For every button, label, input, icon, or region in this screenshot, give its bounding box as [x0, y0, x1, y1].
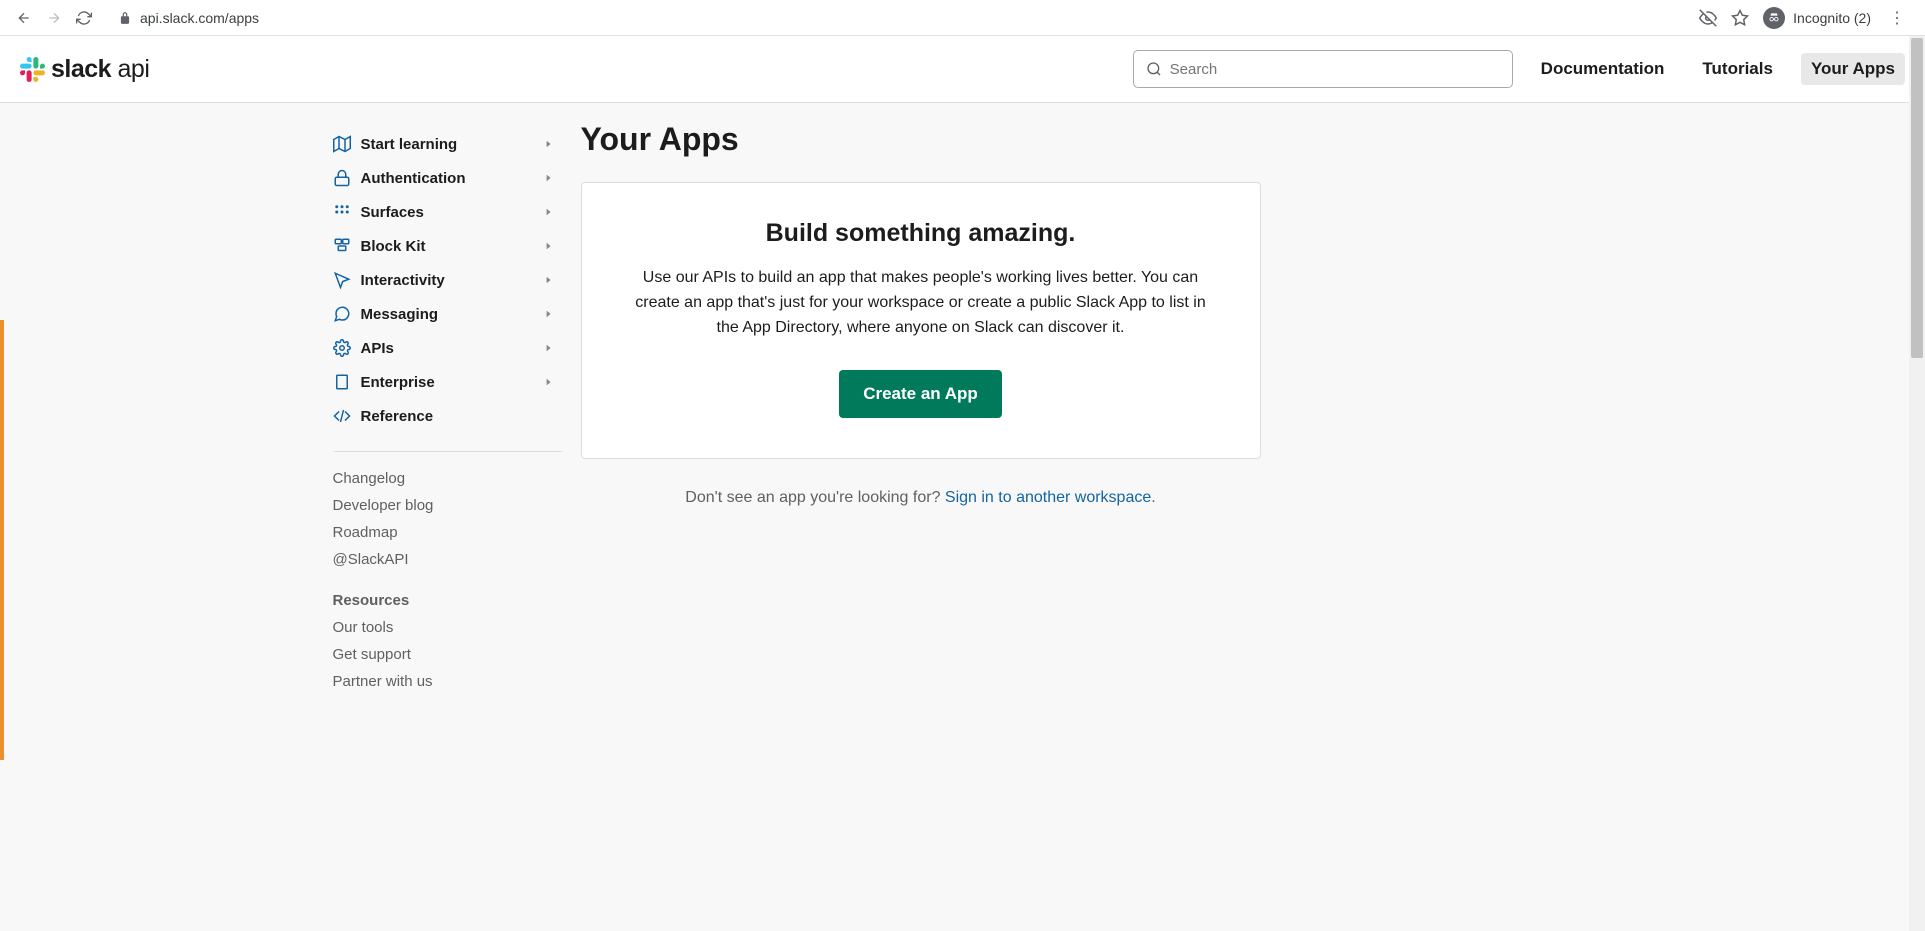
card-title: Build something amazing.: [632, 219, 1210, 248]
chevron-right-icon: [545, 242, 553, 250]
incognito-icon: [1763, 7, 1785, 29]
scrollbar-track[interactable]: [1909, 36, 1925, 931]
sidebar-link-partner[interactable]: Partner with us: [333, 673, 563, 690]
main-content: Your Apps Build something amazing. Use o…: [563, 103, 1593, 714]
gear-icon: [333, 339, 351, 357]
address-bar[interactable]: api.slack.com/apps: [108, 10, 1683, 26]
orange-sliver: [0, 320, 4, 760]
chevron-right-icon: [545, 140, 553, 148]
header-right: Documentation Tutorials Your Apps: [1133, 50, 1905, 88]
sidebar-item-label: Authentication: [361, 170, 466, 187]
chevron-right-icon: [545, 208, 553, 216]
incognito-label: Incognito (2): [1793, 10, 1871, 26]
code-icon: [333, 407, 351, 425]
main-header: slack api Documentation Tutorials Your A…: [0, 36, 1925, 103]
sidebar-item-label: APIs: [361, 340, 394, 357]
sidebar-item-label: Surfaces: [361, 204, 424, 221]
nav-tutorials[interactable]: Tutorials: [1692, 53, 1783, 85]
sidebar: Start learning Authentication Surfaces B…: [333, 103, 563, 714]
sidebar-item-apis[interactable]: APIs: [333, 331, 553, 365]
browser-nav-controls: [8, 10, 100, 26]
logo-text: slack api: [51, 55, 149, 84]
browser-chrome: api.slack.com/apps Incognito (2) ⋮: [0, 0, 1925, 36]
sidebar-item-enterprise[interactable]: Enterprise: [333, 365, 553, 399]
sidebar-link-roadmap[interactable]: Roadmap: [333, 524, 563, 541]
back-button[interactable]: [16, 10, 32, 26]
search-icon: [1146, 61, 1162, 77]
slack-api-logo[interactable]: slack api: [20, 55, 149, 84]
star-icon[interactable]: [1731, 9, 1749, 27]
chevron-right-icon: [545, 344, 553, 352]
create-app-button[interactable]: Create an App: [839, 370, 1002, 418]
search-input[interactable]: [1170, 61, 1500, 78]
browser-menu-button[interactable]: ⋮: [1885, 8, 1909, 28]
forward-button[interactable]: [46, 10, 62, 26]
sidebar-link-changelog[interactable]: Changelog: [333, 470, 563, 487]
chevron-right-icon: [545, 310, 553, 318]
nav-documentation[interactable]: Documentation: [1531, 53, 1675, 85]
card-description: Use our APIs to build an app that makes …: [632, 266, 1210, 340]
grid-icon: [333, 203, 351, 221]
sidebar-item-label: Interactivity: [361, 272, 445, 289]
sidebar-item-label: Block Kit: [361, 238, 426, 255]
sidebar-item-messaging[interactable]: Messaging: [333, 297, 553, 331]
sidebar-link-get-support[interactable]: Get support: [333, 646, 563, 663]
sidebar-item-reference[interactable]: Reference: [333, 399, 553, 433]
map-icon: [333, 135, 351, 153]
browser-right-controls: Incognito (2) ⋮: [1691, 7, 1917, 29]
chevron-right-icon: [545, 378, 553, 386]
building-icon: [333, 373, 351, 391]
blocks-icon: [333, 237, 351, 255]
sidebar-link-slackapi[interactable]: @SlackAPI: [333, 551, 563, 568]
incognito-badge[interactable]: Incognito (2): [1763, 7, 1871, 29]
lock-icon: [118, 11, 132, 25]
cursor-icon: [333, 271, 351, 289]
sidebar-item-label: Start learning: [361, 136, 458, 153]
sidebar-item-surfaces[interactable]: Surfaces: [333, 195, 553, 229]
lock-icon: [333, 169, 351, 187]
sidebar-item-block-kit[interactable]: Block Kit: [333, 229, 553, 263]
slack-logo-icon: [20, 57, 45, 82]
sidebar-item-label: Messaging: [361, 306, 439, 323]
resources-heading: Resources: [333, 592, 563, 609]
page-title: Your Apps: [581, 121, 1593, 158]
create-app-card: Build something amazing. Use our APIs to…: [581, 182, 1261, 459]
chevron-right-icon: [545, 276, 553, 284]
sidebar-item-label: Enterprise: [361, 374, 435, 391]
sidebar-link-our-tools[interactable]: Our tools: [333, 619, 563, 636]
nav-your-apps[interactable]: Your Apps: [1801, 53, 1905, 85]
sidebar-divider: [333, 451, 563, 452]
sidebar-item-interactivity[interactable]: Interactivity: [333, 263, 553, 297]
sidebar-item-authentication[interactable]: Authentication: [333, 161, 553, 195]
chevron-right-icon: [545, 174, 553, 182]
url-text: api.slack.com/apps: [140, 10, 259, 26]
search-box[interactable]: [1133, 50, 1513, 88]
scrollbar-thumb[interactable]: [1911, 38, 1923, 358]
eye-off-icon[interactable]: [1699, 9, 1717, 27]
reload-button[interactable]: [76, 10, 92, 26]
message-icon: [333, 305, 351, 323]
signin-link[interactable]: Sign in to another workspace: [945, 489, 1151, 506]
sidebar-link-developer-blog[interactable]: Developer blog: [333, 497, 563, 514]
signin-prompt: Don't see an app you're looking for? Sig…: [581, 489, 1261, 507]
sidebar-item-label: Reference: [361, 408, 434, 425]
sidebar-item-start-learning[interactable]: Start learning: [333, 127, 553, 161]
